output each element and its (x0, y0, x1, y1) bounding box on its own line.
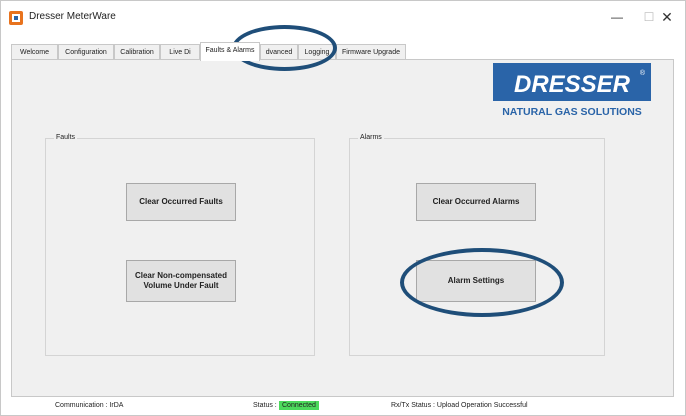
alarm-settings-button[interactable]: Alarm Settings (416, 260, 536, 302)
clear-occurred-faults-label: Clear Occurred Faults (139, 197, 223, 206)
tab-strip: Welcome Configuration Calibration Live D… (11, 42, 671, 61)
connection-status-badge: Connected (279, 401, 319, 410)
clear-noncompensated-line1: Clear Non-compensated (134, 271, 228, 280)
dresser-app-icon (9, 11, 23, 25)
clear-noncompensated-volume-button[interactable]: Clear Non-compensated Volume Under Fault (126, 260, 236, 302)
tab-firmware-upgrade[interactable]: Firmware Upgrade (336, 44, 406, 60)
clear-occurred-alarms-button[interactable]: Clear Occurred Alarms (416, 183, 536, 221)
tab-faults-alarms[interactable]: Faults & Alarms (200, 42, 260, 61)
tab-welcome[interactable]: Welcome (11, 44, 58, 60)
app-window: Dresser MeterWare — ☐ ✕ Welcome Configur… (0, 0, 686, 416)
alarms-group: Alarms Clear Occurred Alarms Alarm Setti… (349, 133, 605, 356)
minimize-icon[interactable]: — (601, 7, 633, 27)
logo-tagline: NATURAL GAS SOLUTIONS (502, 106, 642, 118)
close-icon[interactable]: ✕ (651, 7, 683, 27)
faults-group: Faults Clear Occurred Faults Clear Non-c… (45, 133, 315, 356)
title-bar: Dresser MeterWare — ☐ ✕ (1, 1, 685, 31)
rxtx-status: Rx/Tx Status : Upload Operation Successf… (391, 402, 528, 409)
clear-noncompensated-line2: Volume Under Fault (143, 281, 219, 290)
alarm-settings-label: Alarm Settings (447, 276, 505, 285)
tab-live-display[interactable]: Live Di (160, 44, 200, 60)
clear-occurred-alarms-label: Clear Occurred Alarms (432, 197, 520, 206)
alarms-group-label: Alarms (358, 133, 384, 143)
tab-advanced[interactable]: dvanced (260, 44, 298, 60)
clear-occurred-faults-button[interactable]: Clear Occurred Faults (126, 183, 236, 221)
tab-calibration[interactable]: Calibration (114, 44, 160, 60)
window-title: Dresser MeterWare (29, 11, 116, 22)
logo-registered: ® (640, 69, 646, 77)
logo-brand: DRESSER (514, 71, 631, 98)
faults-group-label: Faults (54, 133, 78, 143)
status-bar: Communication : IrDA Status : Connected … (11, 398, 675, 414)
tab-configuration[interactable]: Configuration (58, 44, 114, 60)
communication-status: Communication : IrDA (55, 402, 124, 409)
status-label: Status : (253, 402, 277, 409)
dresser-logo: DRESSER ® NATURAL GAS SOLUTIONS (493, 63, 651, 118)
tab-logging[interactable]: Logging (298, 44, 336, 60)
